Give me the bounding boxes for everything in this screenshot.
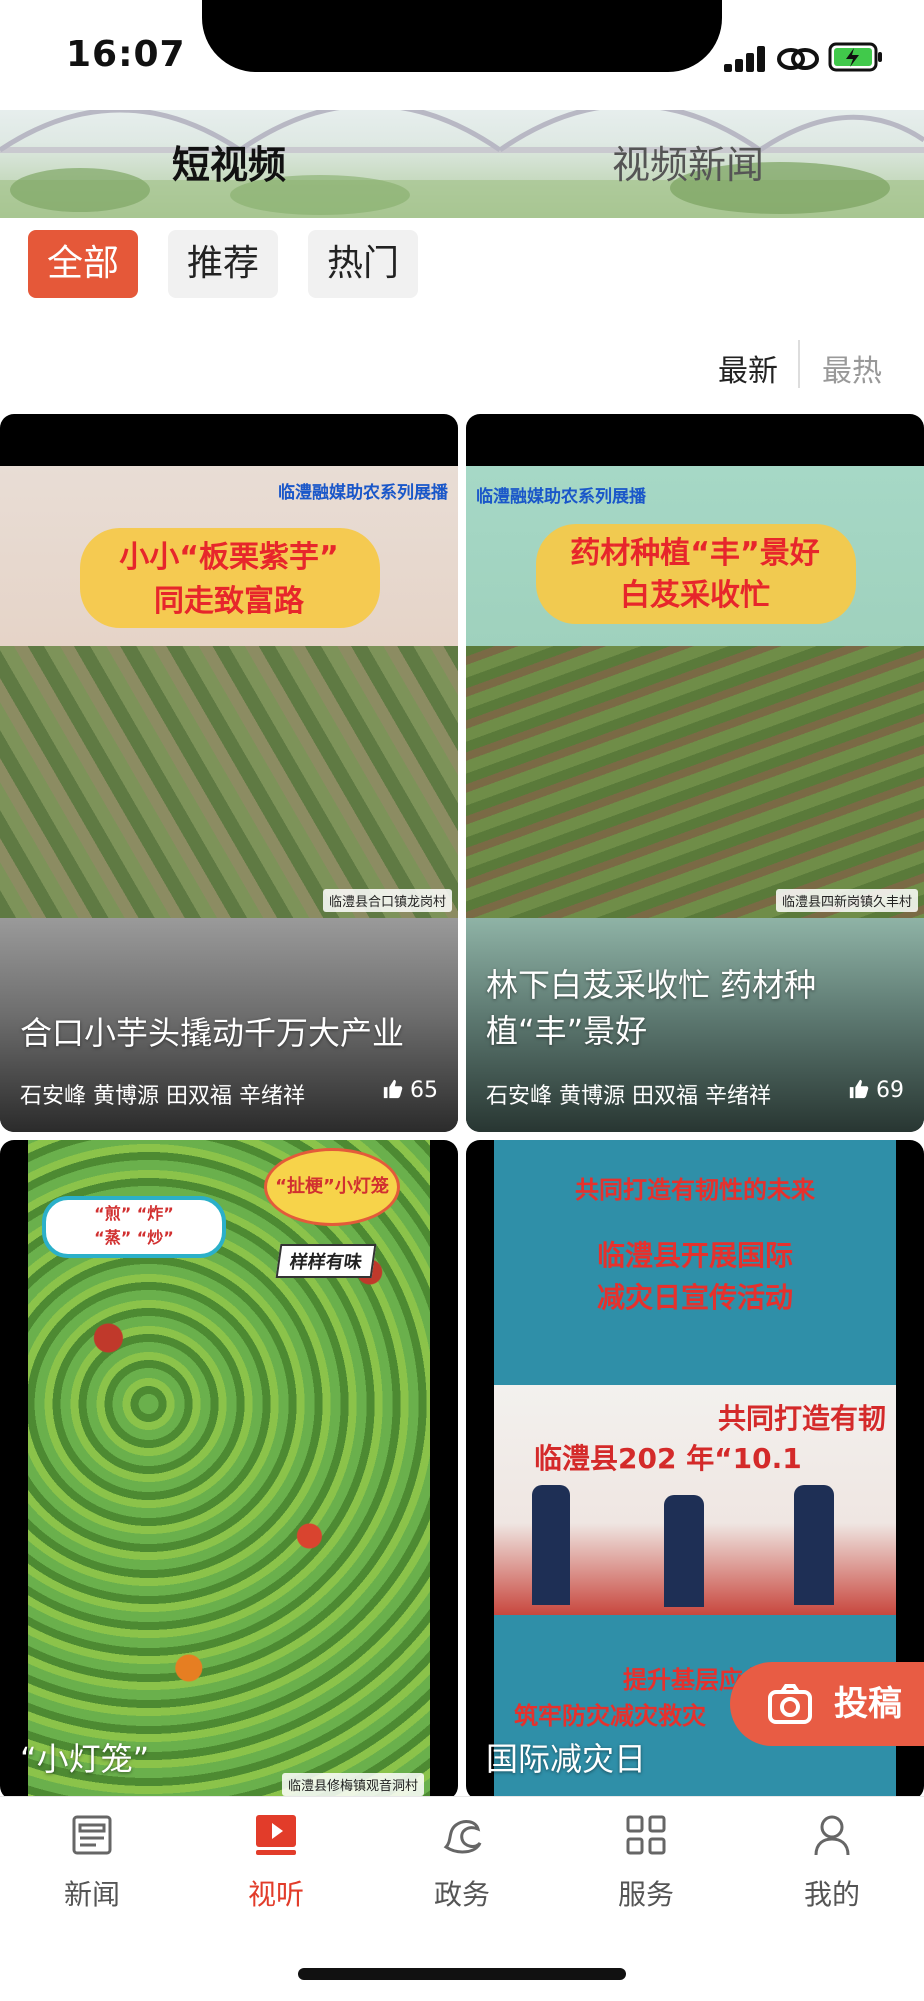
video-card[interactable]: 临澧融媒助农系列展播 药材种植“丰”景好 白芨采收忙 临澧县四新岗镇久丰村 林下… [466, 414, 924, 1132]
sort-hottest[interactable]: 最热 [822, 346, 882, 390]
nav-item-government[interactable]: 政务 [392, 1811, 532, 1913]
person-figure [794, 1485, 834, 1605]
notch [202, 0, 722, 72]
video-likes: 65 [382, 1078, 438, 1103]
event-photo: 共同打造有韧 临澧县202 年“10.1 [494, 1385, 896, 1615]
submit-label: 投稿 [834, 1684, 902, 1724]
thumbs-up-icon [383, 1079, 403, 1099]
cover-burst: “扯梗”小灯笼 [264, 1148, 400, 1226]
tab-short-video[interactable]: 短视频 [172, 134, 286, 189]
video-authors: 石安峰 黄博源 田双福 辛绪祥 [486, 1084, 771, 1109]
cover-bubble: “煎” “炸” “蒸” “炒” [42, 1196, 226, 1258]
cover-sub-line2: 减灾日宣传活动 [596, 1281, 793, 1314]
filter-chip-all[interactable]: 全部 [28, 230, 138, 298]
nav-label: 服务 [617, 1878, 674, 1911]
field-image: 临澧县合口镇龙岗村 [0, 646, 458, 918]
cover-sub-line1: 临澧县开展国际 [596, 1239, 793, 1272]
nav-item-audio-video[interactable]: 视听 [206, 1811, 346, 1913]
person-figure [664, 1495, 704, 1607]
video-title: “小灯笼” [20, 1740, 150, 1778]
profile-icon [814, 1815, 850, 1856]
cover-series-tag: 临澧融媒助农系列展播 [278, 483, 448, 503]
likes-count: 65 [410, 1078, 438, 1103]
video-authors: 石安峰 黄博源 田双福 辛绪祥 [20, 1084, 305, 1109]
cover-title-line2: 同走致富路 [154, 584, 304, 619]
video-thumbnail: “煎” “炸” “蒸” “炒” “扯梗”小灯笼 样样有味 临澧县修梅镇观音洞村 [28, 1140, 430, 1800]
submit-button[interactable]: 投稿 [730, 1662, 924, 1746]
nav-label: 新闻 [63, 1878, 120, 1911]
link-icon [777, 48, 819, 70]
cover-tasty: 样样有味 [275, 1244, 377, 1278]
thumbs-up-icon [849, 1079, 869, 1099]
sort-divider [798, 340, 800, 388]
video-thumbnail: 临澧融媒助农系列展播 药材种植“丰”景好 白芨采收忙 [466, 466, 924, 646]
status-bar: 16:07 [0, 0, 924, 110]
filter-chip-hot[interactable]: 热门 [308, 230, 418, 298]
cover-title-line1: 药材种植“丰”景好 [570, 536, 820, 571]
cover-banner-line2: 临澧县202 年“10.1 [534, 1442, 802, 1475]
nav-item-profile[interactable]: 我的 [762, 1811, 902, 1913]
cover-title-line1: 小小“板栗紫芋” [119, 540, 339, 575]
cover-location: 临澧县四新岗镇久丰村 [775, 889, 918, 912]
government-icon [443, 1820, 482, 1854]
tab-video-news[interactable]: 视频新闻 [612, 134, 764, 189]
sort-latest[interactable]: 最新 [718, 346, 778, 390]
news-icon [72, 1815, 112, 1855]
field-image: 临澧县四新岗镇久丰村 [466, 646, 924, 918]
nav-label: 视听 [247, 1878, 304, 1911]
filter-chip-recommended[interactable]: 推荐 [168, 230, 278, 298]
nav-label: 我的 [803, 1878, 860, 1911]
nav-item-services[interactable]: 服务 [576, 1811, 716, 1913]
cover-location: 临澧县合口镇龙岗村 [322, 889, 452, 912]
battery-icon [828, 42, 882, 72]
cover-headline: 共同打造有韧性的未来 [575, 1176, 815, 1204]
video-play-icon [256, 1815, 296, 1855]
video-title: 林下白芨采收忙 药材种植“丰”景好 [486, 966, 817, 1050]
person-figure [532, 1485, 570, 1605]
likes-count: 69 [876, 1078, 904, 1103]
video-card[interactable]: 临澧融媒助农系列展播 小小“板栗紫芋” 同走致富路 临澧县合口镇龙岗村 合口小芋… [0, 414, 458, 1132]
cover-bubble-line2: “蒸” “炒” [94, 1228, 174, 1247]
signal-icon [724, 46, 768, 72]
video-title: 合口小芋头撬动千万大产业 [20, 1014, 405, 1052]
video-card[interactable]: “煎” “炸” “蒸” “炒” “扯梗”小灯笼 样样有味 临澧县修梅镇观音洞村 … [0, 1140, 458, 1800]
video-thumbnail: 临澧融媒助农系列展播 小小“板栗紫芋” 同走致富路 [0, 466, 458, 646]
cover-bubble-line1: “煎” “炸” [94, 1204, 174, 1223]
camera-icon [768, 1684, 812, 1724]
home-indicator [298, 1968, 626, 1980]
nav-item-news[interactable]: 新闻 [22, 1811, 162, 1913]
cover-title-line2: 白芨采收忙 [620, 578, 770, 613]
cover-series-tag: 临澧融媒助农系列展播 [476, 487, 646, 507]
services-grid-icon [626, 1815, 666, 1855]
status-time: 16:07 [66, 34, 186, 75]
cover-banner-line1: 共同打造有韧 [717, 1402, 886, 1435]
video-likes: 69 [848, 1078, 904, 1103]
nav-label: 政务 [433, 1878, 490, 1911]
